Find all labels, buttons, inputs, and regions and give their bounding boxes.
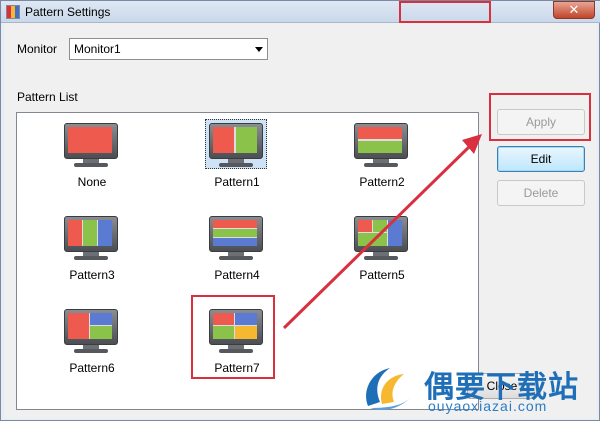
annotation-arrow-line [282,144,472,330]
watermark: 偶要下载站 ouyaoxiazai.com [358,358,598,418]
brand-logo-icon [366,368,410,410]
watermark-url: ouyaoxiazai.com [428,398,548,414]
